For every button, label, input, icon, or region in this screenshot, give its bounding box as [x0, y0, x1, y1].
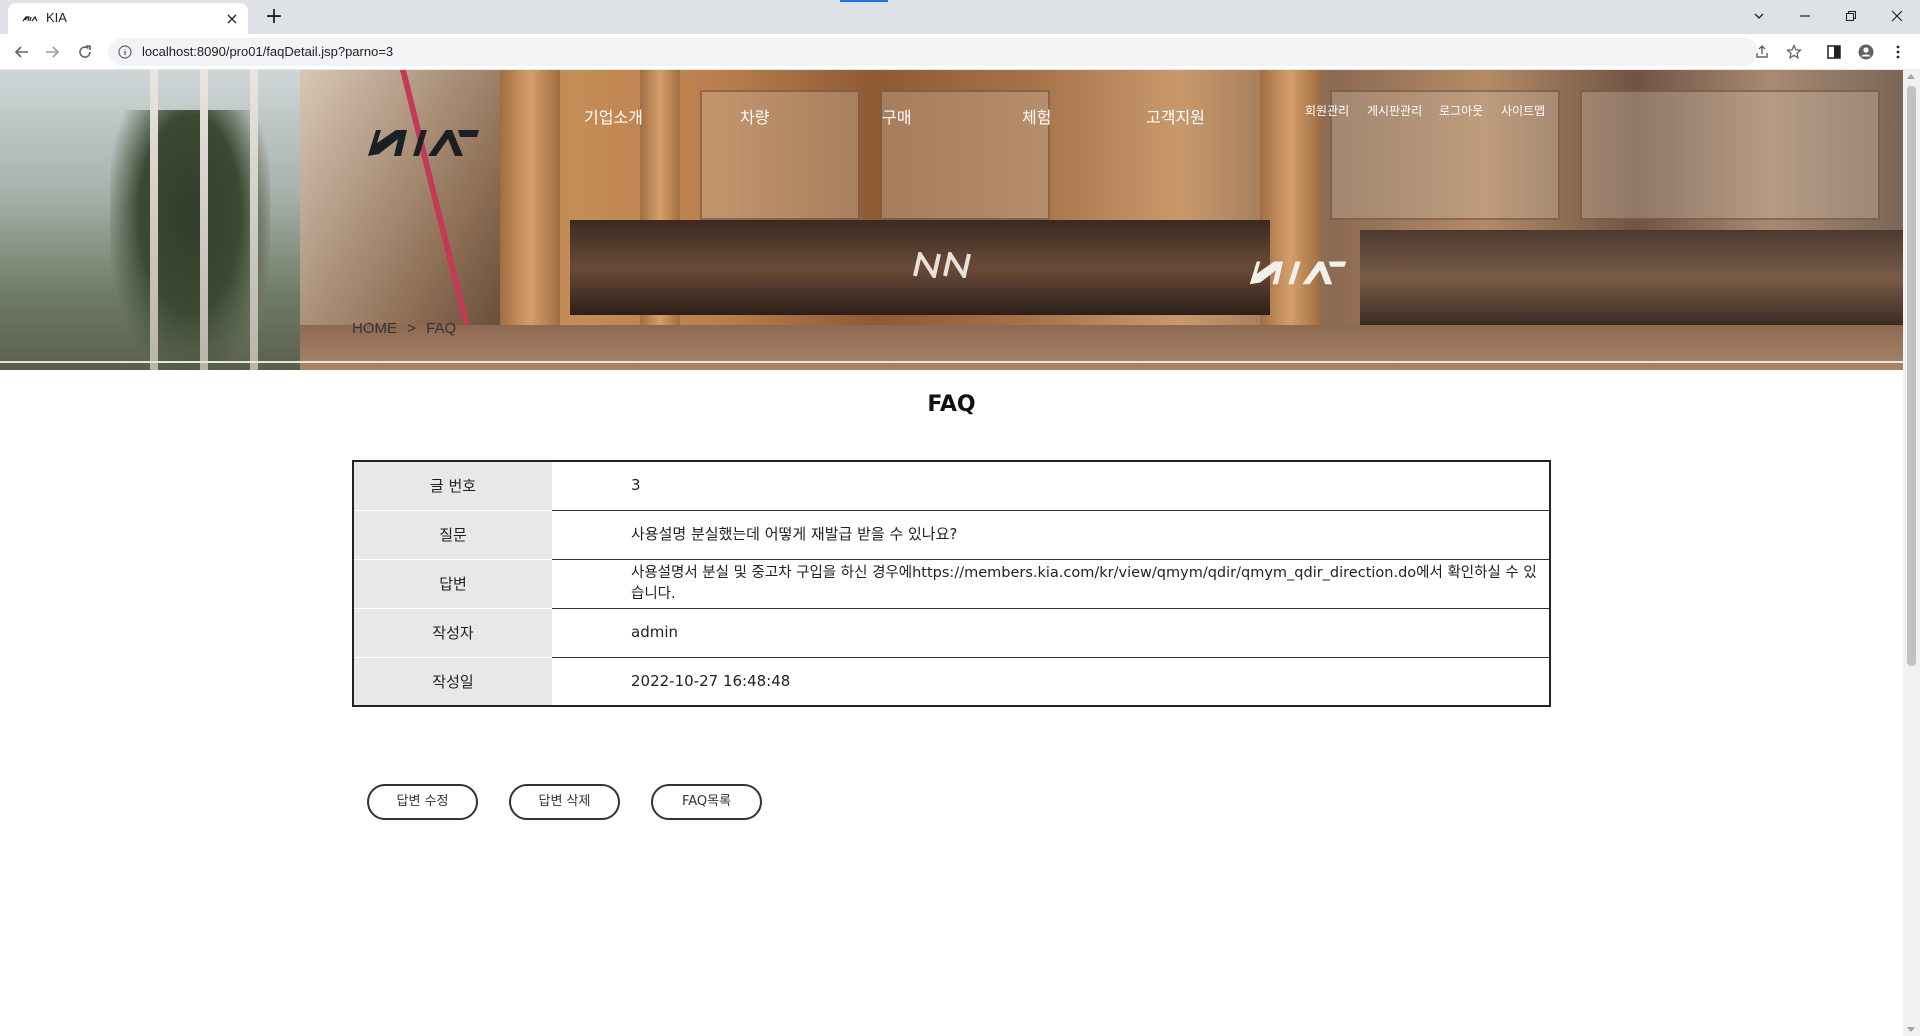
loading-indicator	[840, 0, 888, 2]
page-scrollbar[interactable]	[1903, 70, 1920, 1036]
scroll-down-arrow-icon[interactable]	[1907, 1027, 1915, 1032]
hero-banner: 기업소개 차량 구매 체험 고객지원 회원관리 게시판관리 로그아웃 사이트맵	[0, 70, 1903, 370]
tab-close-icon[interactable]: ×	[222, 9, 242, 29]
breadcrumb: HOME > FAQ	[352, 320, 456, 337]
menu-dots-icon[interactable]	[1888, 42, 1908, 62]
breadcrumb-home[interactable]: HOME	[352, 320, 397, 337]
breadcrumb-separator: >	[407, 320, 416, 337]
page-viewport: 기업소개 차량 구매 체험 고객지원 회원관리 게시판관리 로그아웃 사이트맵 …	[0, 70, 1903, 1036]
nav-purchase[interactable]: 구매	[882, 104, 911, 128]
browser-tab[interactable]: KIA ×	[8, 3, 248, 34]
nav-company[interactable]: 기업소개	[584, 104, 643, 128]
util-sitemap[interactable]: 사이트맵	[1501, 102, 1545, 119]
label-question: 질문	[353, 510, 552, 560]
faq-detail-table: 글 번호 3 질문 사용설명 분실했는데 어떻게 재발급 받을 수 있나요? 답…	[352, 460, 1551, 707]
hero-post	[200, 70, 208, 370]
new-tab-button[interactable]: +	[260, 6, 288, 30]
util-board-admin[interactable]: 게시판관리	[1367, 102, 1422, 119]
url-text[interactable]: localhost:8090/pro01/faqDetail.jsp?parno…	[142, 44, 393, 59]
side-panel-icon[interactable]	[1824, 42, 1844, 62]
table-row: 작성자 admin	[353, 608, 1550, 658]
kia-favicon-icon	[22, 16, 38, 22]
reload-icon[interactable]	[73, 40, 97, 64]
kia-wall-logo-icon	[1249, 261, 1347, 285]
tab-title: KIA	[46, 10, 67, 25]
share-icon[interactable]	[1752, 42, 1772, 62]
star-icon[interactable]	[1784, 42, 1804, 62]
faq-list-button[interactable]: FAQ목록	[651, 784, 762, 820]
forward-arrow-icon[interactable]	[40, 40, 64, 64]
label-answer: 답변	[353, 559, 552, 609]
address-bar[interactable]: localhost:8090/pro01/faqDetail.jsp?parno…	[108, 38, 1758, 66]
restore-icon[interactable]	[1828, 2, 1874, 30]
value-answer: 사용설명서 분실 및 중고차 구입을 하신 경우에https://members…	[552, 559, 1550, 609]
scroll-up-arrow-icon[interactable]	[1907, 74, 1915, 79]
value-author: admin	[552, 608, 1550, 658]
value-created-date: 2022-10-27 16:48:48	[631, 671, 791, 690]
tab-search-chevron-down-icon[interactable]	[1736, 2, 1782, 30]
kia-logo-icon[interactable]	[366, 126, 480, 158]
browser-tabstrip: KIA × +	[0, 0, 1920, 34]
breadcrumb-divider	[0, 361, 1903, 363]
nav-vehicles[interactable]: 차량	[740, 104, 769, 128]
table-row: 작성일 2022-10-27 16:48:48	[353, 657, 1550, 706]
delete-answer-button[interactable]: 답변 삭제	[509, 784, 620, 820]
hero-floor	[300, 325, 1903, 370]
scrollbar-thumb[interactable]	[1907, 86, 1916, 666]
nn-wall-sign-icon	[913, 252, 971, 278]
table-row: 질문 사용설명 분실했는데 어떻게 재발급 받을 수 있나요?	[353, 510, 1550, 560]
util-logout[interactable]: 로그아웃	[1439, 102, 1483, 119]
hero-post	[250, 70, 258, 370]
label-author: 작성자	[353, 608, 552, 658]
info-icon[interactable]	[118, 45, 132, 59]
util-member-admin[interactable]: 회원관리	[1305, 102, 1349, 119]
close-icon[interactable]	[1874, 2, 1920, 30]
back-arrow-icon[interactable]	[10, 40, 34, 64]
hero-post	[150, 70, 158, 370]
table-row: 글 번호 3	[353, 461, 1550, 511]
hero-window	[1580, 90, 1880, 220]
hero-background-trees	[110, 110, 270, 370]
page-title: FAQ	[927, 392, 976, 417]
nav-support[interactable]: 고객지원	[1146, 104, 1205, 128]
table-row: 답변 사용설명서 분실 및 중고차 구입을 하신 경우에https://memb…	[353, 559, 1550, 609]
label-created-date: 작성일	[353, 657, 552, 706]
breadcrumb-current: FAQ	[426, 320, 457, 337]
edit-answer-button[interactable]: 답변 수정	[367, 784, 478, 820]
hero-counter	[1360, 230, 1903, 325]
value-question: 사용설명 분실했는데 어떻게 재발급 받을 수 있나요?	[552, 510, 1550, 560]
value-post-number: 3	[552, 461, 1550, 511]
nav-experience[interactable]: 체험	[1022, 104, 1051, 128]
profile-icon[interactable]	[1856, 42, 1876, 62]
hero-window	[700, 90, 860, 220]
label-post-number: 글 번호	[353, 461, 552, 511]
minimize-icon[interactable]	[1782, 2, 1828, 30]
browser-toolbar: localhost:8090/pro01/faqDetail.jsp?parno…	[0, 34, 1920, 70]
